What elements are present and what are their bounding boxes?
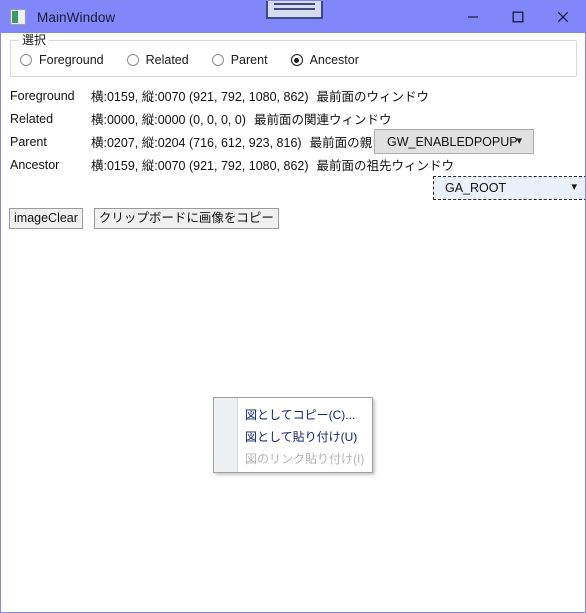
menu-item-paste-as-picture[interactable]: 図として貼り付け(U)	[214, 425, 372, 447]
image-clear-button[interactable]: imageClear	[9, 208, 83, 229]
radio-related[interactable]: Related	[126, 53, 189, 67]
caption-strip-widget[interactable]	[266, 1, 323, 19]
row-label: Parent	[10, 134, 47, 149]
window-controls	[450, 1, 585, 33]
row-label: Related	[10, 111, 54, 126]
row-description: 最前面の祖先ウィンドウ	[316, 159, 455, 173]
related-combobox[interactable]: GW_ENABLEDPOPUP ▾	[374, 129, 534, 154]
radio-label: Related	[145, 53, 189, 67]
client-area: 選択 Foreground Related Parent Ancestor Fo…	[1, 33, 585, 612]
radio-label: Ancestor	[309, 53, 359, 67]
title-bar[interactable]: MainWindow	[1, 1, 585, 33]
caption-strip-line	[274, 3, 315, 5]
ancestor-combobox-value: GA_ROOT	[445, 181, 507, 195]
minimize-button[interactable]	[450, 1, 495, 33]
related-combobox-value: GW_ENABLEDPOPUP	[387, 134, 518, 149]
groupbox-title: 選択	[19, 33, 50, 47]
radio-label: Foreground	[39, 53, 104, 67]
app-icon	[10, 9, 26, 25]
radio-foreground[interactable]: Foreground	[20, 53, 104, 67]
radio-label: Parent	[230, 53, 268, 67]
close-icon	[557, 11, 568, 23]
chevron-down-icon: ▾	[571, 181, 577, 193]
row-metrics: 横:0000, 縦:0000 (0, 0, 0, 0)	[91, 113, 246, 127]
row-related: Related 横:0000, 縦:0000 (0, 0, 0, 0) 最前面の…	[1, 107, 585, 130]
row-metrics: 横:0207, 縦:0204 (716, 612, 923, 816)	[91, 136, 302, 150]
context-menu: 図としてコピー(C)... 図として貼り付け(U) 図のリンク貼り付け(I)	[213, 397, 373, 473]
menu-item-copy-as-picture[interactable]: 図としてコピー(C)...	[214, 403, 372, 425]
row-ancestor: Ancestor 横:0159, 縦:0070 (921, 792, 1080,…	[1, 153, 585, 176]
row-foreground: Foreground 横:0159, 縦:0070 (921, 792, 108…	[1, 84, 585, 107]
radio-dot-icon	[290, 54, 303, 66]
minimize-icon	[467, 16, 478, 18]
radio-dot-icon	[211, 54, 224, 66]
radio-parent[interactable]: Parent	[211, 53, 268, 67]
chevron-down-icon: ▾	[516, 135, 522, 147]
copy-image-to-clipboard-button[interactable]: クリップボードに画像をコピー	[93, 208, 279, 229]
row-metrics: 横:0159, 縦:0070 (921, 792, 1080, 862)	[91, 159, 309, 173]
radio-ancestor[interactable]: Ancestor	[290, 53, 359, 67]
button-row: imageClear クリップボードに画像をコピー	[9, 208, 279, 229]
maximize-button[interactable]	[495, 1, 540, 33]
selection-groupbox: 選択 Foreground Related Parent Ancestor	[10, 33, 577, 77]
radio-dot-icon	[126, 54, 139, 66]
row-label: Foreground	[10, 88, 75, 103]
caption-strip-line	[274, 8, 315, 10]
row-metrics: 横:0159, 縦:0070 (921, 792, 1080, 862)	[91, 90, 309, 104]
row-description: 最前面のウィンドウ	[316, 90, 430, 104]
radio-group: Foreground Related Parent Ancestor	[20, 53, 382, 67]
menu-item-paste-picture-link: 図のリンク貼り付け(I)	[245, 451, 365, 466]
main-window: MainWindow 選択 Foreground Related Parent …	[0, 0, 586, 613]
close-button[interactable]	[540, 1, 585, 33]
row-description: 最前面の関連ウィンドウ	[253, 113, 392, 127]
window-title: MainWindow	[37, 9, 116, 25]
radio-dot-icon	[20, 54, 32, 66]
maximize-icon	[512, 11, 523, 23]
row-label: Ancestor	[10, 157, 60, 172]
ancestor-combobox[interactable]: GA_ROOT ▾	[433, 176, 585, 200]
